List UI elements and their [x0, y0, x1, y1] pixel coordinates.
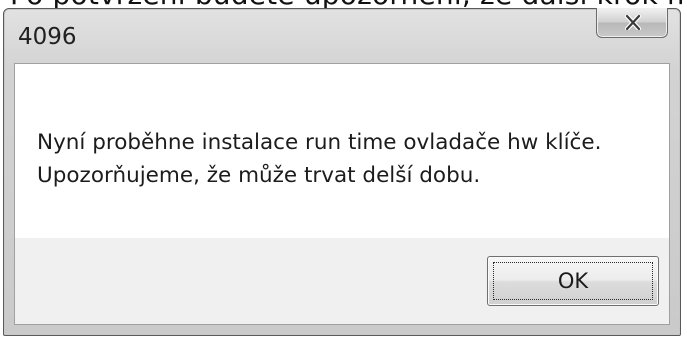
message-line-1: Nyní proběhne instalace run time ovladač…: [37, 130, 602, 155]
message-line-2: Upozorňujeme, že může trvat delší dobu.: [37, 163, 481, 188]
title-bar[interactable]: 4096: [4, 8, 680, 63]
message-area: Nyní proběhne instalace run time ovladač…: [15, 64, 669, 238]
close-button[interactable]: [596, 8, 668, 38]
message-text: Nyní proběhne instalace run time ovladač…: [37, 126, 601, 192]
close-x-icon: [625, 15, 641, 30]
message-box-dialog: 4096 Nyní proběhne instalace run time ov…: [3, 8, 681, 336]
ok-button-label: OK: [557, 269, 589, 293]
dialog-client-area: Nyní proběhne instalace run time ovladač…: [14, 63, 670, 325]
screen: Po potvrzení budete upozorněni, že další…: [0, 0, 687, 343]
ok-button[interactable]: OK: [487, 256, 659, 306]
dialog-title: 4096: [18, 24, 77, 50]
